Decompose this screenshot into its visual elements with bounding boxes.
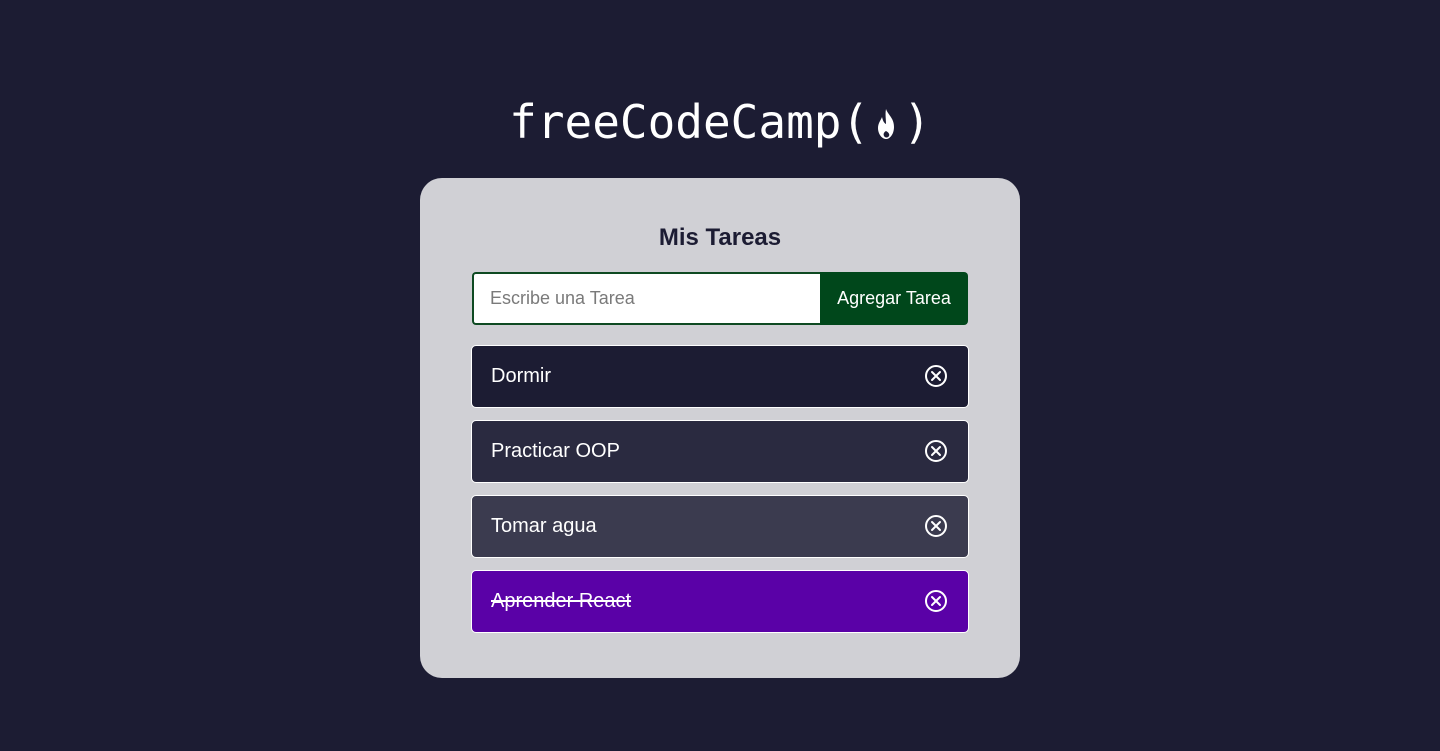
task-text: Dormir — [491, 365, 551, 387]
task-form: Agregar Tarea — [472, 272, 968, 325]
close-circle-icon[interactable] — [924, 439, 948, 463]
task-text: Tomar agua — [491, 515, 597, 537]
logo-open-paren: ( — [841, 95, 870, 149]
close-circle-icon[interactable] — [924, 589, 948, 613]
add-task-button[interactable]: Agregar Tarea — [820, 272, 968, 325]
logo-text: freeCodeCamp — [509, 95, 842, 149]
task-item[interactable]: Aprender React — [471, 570, 969, 633]
task-text: Aprender React — [491, 590, 632, 612]
freecodecamp-logo: freeCodeCamp ( ) — [0, 90, 1440, 154]
page-title: Mis Tareas — [658, 224, 782, 251]
task-input[interactable] — [472, 272, 820, 325]
close-circle-icon[interactable] — [924, 514, 948, 538]
flame-icon — [871, 102, 901, 142]
logo-close-paren: ) — [903, 95, 931, 149]
task-text: Practicar OOP — [491, 440, 620, 462]
task-item[interactable]: Tomar agua — [471, 495, 969, 558]
task-item[interactable]: Dormir — [471, 345, 969, 408]
task-item[interactable]: Practicar OOP — [471, 420, 969, 483]
close-circle-icon[interactable] — [924, 364, 948, 388]
